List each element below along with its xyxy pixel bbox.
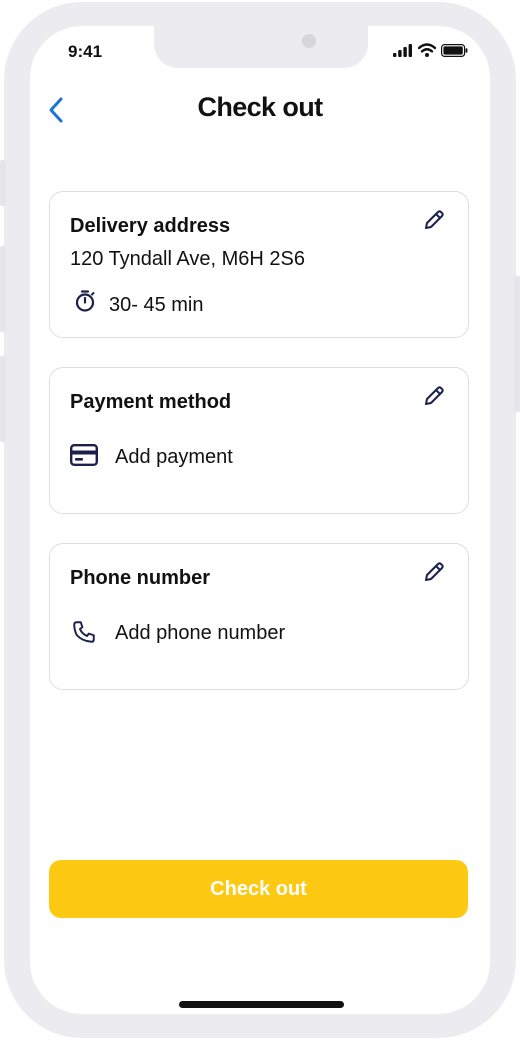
add-payment-link[interactable]: Add payment: [115, 446, 233, 469]
payment-method-card: Payment method Add payment: [49, 367, 469, 514]
pencil-icon: [425, 210, 444, 229]
phone-number-title: Phone number: [70, 567, 211, 589]
edit-delivery-address-button[interactable]: [420, 206, 448, 234]
wifi-icon: [418, 43, 436, 57]
edit-phone-number-button[interactable]: [420, 558, 448, 586]
home-indicator: [179, 1001, 344, 1008]
battery-icon: [441, 43, 468, 57]
delivery-address-title: Delivery address: [70, 215, 231, 237]
volume-up-button: [0, 246, 6, 332]
delivery-address-text: 120 Tyndall Ave, M6H 2S6: [70, 248, 305, 270]
silent-switch: [0, 160, 6, 206]
phone-number-card: Phone number Add phone number: [49, 543, 469, 690]
signal-icon: [393, 43, 412, 57]
status-time: 9:41: [68, 42, 103, 61]
phone-icon: [70, 618, 98, 646]
checkout-button[interactable]: Check out: [49, 860, 468, 918]
pencil-icon: [425, 562, 444, 581]
credit-card-icon: [70, 444, 98, 466]
delivery-eta: 30- 45 min: [109, 294, 204, 316]
notch: [154, 26, 368, 68]
page-title: Check out: [197, 92, 323, 122]
edit-payment-method-button[interactable]: [420, 382, 448, 410]
status-icons: [393, 43, 468, 57]
delivery-address-card: Delivery address 120 Tyndall Ave, M6H 2S…: [49, 191, 469, 338]
payment-method-title: Payment method: [70, 391, 232, 413]
add-phone-number-link[interactable]: Add phone number: [115, 622, 285, 645]
screen: 9:41 Check out Delivery address 120 Tynd…: [30, 26, 490, 1014]
power-button: [514, 276, 520, 412]
camera-icon: [302, 34, 316, 48]
stopwatch-icon: [72, 288, 98, 314]
pencil-icon: [425, 386, 444, 405]
volume-down-button: [0, 356, 6, 442]
